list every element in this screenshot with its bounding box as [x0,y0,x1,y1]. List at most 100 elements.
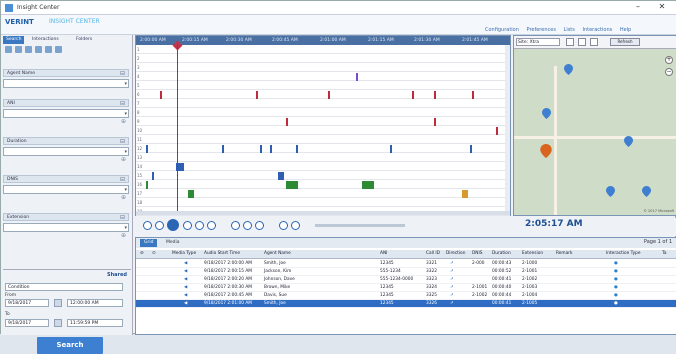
table-row[interactable]: ◀ 9/18/2017 2:00:20 AM Johnson, Dave 555-12… [136,276,676,284]
previous-segment-button[interactable] [231,221,240,230]
skip-back-button[interactable] [143,221,152,230]
zoom-in-icon[interactable]: + [665,56,673,64]
timeline-panel[interactable]: 2:00:00 AM 2:00:15 AM 2:00:30 AM 2:00:45… [135,35,511,216]
settings-icon[interactable] [55,46,62,53]
recording-segment[interactable] [180,163,184,171]
recording-segment[interactable] [278,172,284,180]
save-icon[interactable] [15,46,22,53]
map-pin-icon[interactable] [642,186,651,197]
recording-segment[interactable] [160,91,162,99]
col-interaction-type[interactable]: Interaction Type [606,251,641,256]
recording-segment[interactable] [328,91,330,99]
audio-icon[interactable]: ◀ [184,261,187,266]
col-remark[interactable]: Remark [556,251,573,256]
add-condition-icon[interactable]: ⊕ [3,118,129,127]
recording-segment[interactable] [472,91,474,99]
selected-map-pin-icon[interactable] [540,144,552,158]
recording-segment[interactable] [362,181,374,189]
timeline-lane[interactable]: 11 [136,135,510,144]
col-duration[interactable]: Duration [492,251,511,256]
volume-down-button[interactable] [279,221,288,230]
site-select[interactable]: Site: Xtra [516,38,560,46]
from-date-input[interactable]: 9/18/2017 [5,299,49,307]
ani-input[interactable]: ▾ [3,109,129,118]
skip-forward-button[interactable] [195,221,204,230]
timeline-lane[interactable]: 9 [136,117,510,126]
col-extension[interactable]: Extension [522,251,543,256]
collapse-icon[interactable]: ⊟ [120,100,125,107]
next-segment-button[interactable] [243,221,252,230]
timeline-lane[interactable]: 4 [136,72,510,81]
recording-segment[interactable] [256,91,258,99]
recording-segment[interactable] [146,145,148,153]
add-icon[interactable] [45,46,52,53]
dropdown-icon[interactable]: ▾ [124,149,127,155]
dropdown-icon[interactable]: ▾ [124,225,127,231]
add-condition-icon[interactable]: ⊕ [3,156,129,165]
timeline-vertical-scrollbar[interactable] [505,45,510,215]
timeline-lane[interactable]: 16 [136,180,510,189]
nav-configuration[interactable]: Configuration [485,27,519,33]
recording-segment[interactable] [470,145,472,153]
recording-segment[interactable] [434,118,436,126]
recording-segment[interactable] [286,118,288,126]
timeline-lane[interactable]: 7 [136,99,510,108]
table-row[interactable]: ◀ 9/18/2017 2:00:15 AM Jackson, Kim 555-123… [136,268,676,276]
stop-button[interactable] [207,221,216,230]
table-row[interactable]: ◀ 9/18/2017 2:00:45 AM Davis, Sue 12345 3325… [136,292,676,300]
to-date-input[interactable]: 9/18/2017 [5,319,49,327]
condition-select[interactable]: Condition [5,283,123,291]
nav-lists[interactable]: Lists [564,27,575,33]
audio-icon[interactable]: ◀ [184,293,187,298]
collapse-icon[interactable]: ⊟ [120,138,125,145]
extension-input[interactable]: ▾ [3,223,129,232]
col-audio-start-time[interactable]: Audio Start Time [204,251,240,256]
refresh-icon[interactable] [590,38,598,46]
timeline-lane[interactable]: 13 [136,153,510,162]
recording-segment[interactable] [146,181,148,189]
map-pin-icon[interactable] [542,108,551,119]
add-condition-icon[interactable]: ⊕ [3,232,129,241]
recording-segment[interactable] [286,181,298,189]
volume-up-button[interactable] [291,221,300,230]
minimize-button[interactable]: – [631,2,645,14]
nav-help[interactable]: Help [620,27,631,33]
to-time-input[interactable]: 11:59:59 PM [67,319,123,327]
position-slider[interactable] [315,224,405,227]
tab-interactions[interactable]: Interactions [29,36,62,44]
timeline-lane[interactable]: 3 [136,63,510,72]
recording-segment[interactable] [152,172,154,180]
zoom-out-icon[interactable]: − [665,68,673,76]
timeline-lane[interactable]: 2 [136,54,510,63]
new-icon[interactable] [5,46,12,53]
edit-icon[interactable] [25,46,32,53]
collapse-icon[interactable]: ⊟ [120,176,125,183]
recording-segment[interactable] [260,145,262,153]
collapse-icon[interactable]: ⊟ [120,70,125,77]
map-pin-icon[interactable] [606,186,615,197]
timeline-lane[interactable]: 5 [136,81,510,90]
table-row[interactable]: ◀ 9/18/2017 2:00:00 AM Smith, Joe 12345 3321… [136,260,676,268]
dropdown-icon[interactable]: ▾ [124,111,127,117]
search-button[interactable]: Search [37,337,103,354]
timeline-lane[interactable]: 6 [136,90,510,99]
close-button[interactable]: ✕ [655,2,669,14]
audio-icon[interactable]: ◀ [184,269,187,274]
calendar-icon[interactable] [54,319,62,327]
from-time-input[interactable]: 12:00:00 AM [67,299,123,307]
recording-segment[interactable] [188,190,194,198]
col-call-id[interactable]: Call ID [426,251,440,256]
timeline-lane[interactable]: 1 [136,45,510,54]
calendar-icon[interactable] [54,299,62,307]
recording-segment[interactable] [496,127,498,135]
timeline-lane[interactable]: 10 [136,126,510,135]
map-panel[interactable]: Site: Xtra Refresh + − © 2017 Microsoft [513,35,676,216]
refresh-button[interactable]: Refresh [610,38,640,46]
tab-search[interactable]: Search [3,36,25,44]
duration-input[interactable]: ▾ [3,147,129,156]
table-row[interactable]: ◀ 9/18/2017 2:01:00 AM Smith, Joe 12345 3326… [136,300,676,308]
tab-media[interactable]: Media [162,239,184,247]
tab-grid[interactable]: Grid [140,239,158,247]
page-input[interactable]: 1 [658,239,661,245]
recording-segment[interactable] [434,91,436,99]
